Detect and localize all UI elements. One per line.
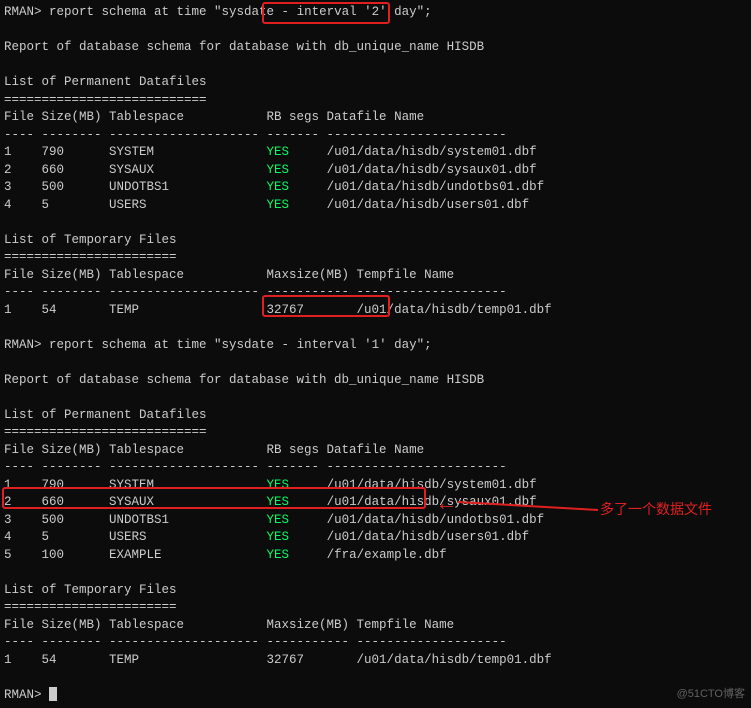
rb-seg-yes: YES	[267, 513, 290, 527]
perm-header-1: List of Permanent Datafiles	[4, 74, 747, 92]
table-row: 4 5 USERS YES /u01/data/hisdb/users01.db…	[4, 197, 747, 215]
rb-seg-yes: YES	[267, 495, 290, 509]
blank	[4, 22, 747, 40]
temp-cols-2: File Size(MB) Tablespace Maxsize(MB) Tem…	[4, 617, 747, 635]
rb-seg-yes: YES	[267, 548, 290, 562]
table-row: 1 790 SYSTEM YES /u01/data/hisdb/system0…	[4, 477, 747, 495]
rb-seg-yes: YES	[267, 163, 290, 177]
rb-seg-yes: YES	[267, 198, 290, 212]
table-row: 2 660 SYSAUX YES /u01/data/hisdb/sysaux0…	[4, 494, 747, 512]
rb-seg-yes: YES	[267, 530, 290, 544]
report-title-1: Report of database schema for database w…	[4, 39, 747, 57]
perm-sep-1: ===========================	[4, 92, 747, 110]
report-title-2: Report of database schema for database w…	[4, 372, 747, 390]
blank	[4, 389, 747, 407]
temp-sep-1: =======================	[4, 249, 747, 267]
table-row: 2 660 SYSAUX YES /u01/data/hisdb/sysaux0…	[4, 162, 747, 180]
perm-sep-2: ===========================	[4, 424, 747, 442]
temp-dash-2: ---- -------- -------------------- -----…	[4, 634, 747, 652]
rman-command-1: RMAN> report schema at time "sysdate - i…	[4, 4, 747, 22]
perm-header-2: List of Permanent Datafiles	[4, 407, 747, 425]
table-row: 3 500 UNDOTBS1 YES /u01/data/hisdb/undot…	[4, 179, 747, 197]
rb-seg-yes: YES	[267, 145, 290, 159]
table-row: 5 100 EXAMPLE YES /fra/example.dbf	[4, 547, 747, 565]
blank	[4, 564, 747, 582]
table-row: 1 54 TEMP 32767 /u01/data/hisdb/temp01.d…	[4, 302, 747, 320]
rman-final-prompt[interactable]: RMAN>	[4, 687, 747, 705]
rb-seg-yes: YES	[267, 180, 290, 194]
blank	[4, 669, 747, 687]
temp-cols-1: File Size(MB) Tablespace Maxsize(MB) Tem…	[4, 267, 747, 285]
blank	[4, 319, 747, 337]
perm-cols-1: File Size(MB) Tablespace RB segs Datafil…	[4, 109, 747, 127]
interval-1-day: interval '1' day	[297, 338, 417, 352]
blank	[4, 57, 747, 75]
cursor-icon	[49, 687, 57, 701]
rb-seg-yes: YES	[267, 478, 290, 492]
interval-2-day: interval '2' day	[297, 5, 417, 19]
blank	[4, 354, 747, 372]
table-row: 4 5 USERS YES /u01/data/hisdb/users01.db…	[4, 529, 747, 547]
watermark: @51CTO博客	[677, 687, 745, 702]
rman-command-2: RMAN> report schema at time "sysdate - i…	[4, 337, 747, 355]
perm-dash-2: ---- -------- -------------------- -----…	[4, 459, 747, 477]
temp-dash-1: ---- -------- -------------------- -----…	[4, 284, 747, 302]
perm-cols-2: File Size(MB) Tablespace RB segs Datafil…	[4, 442, 747, 460]
perm-dash-1: ---- -------- -------------------- -----…	[4, 127, 747, 145]
table-row: 1 54 TEMP 32767 /u01/data/hisdb/temp01.d…	[4, 652, 747, 670]
blank	[4, 214, 747, 232]
temp-sep-2: =======================	[4, 599, 747, 617]
temp-header-1: List of Temporary Files	[4, 232, 747, 250]
temp-header-2: List of Temporary Files	[4, 582, 747, 600]
table-row: 3 500 UNDOTBS1 YES /u01/data/hisdb/undot…	[4, 512, 747, 530]
table-row: 1 790 SYSTEM YES /u01/data/hisdb/system0…	[4, 144, 747, 162]
